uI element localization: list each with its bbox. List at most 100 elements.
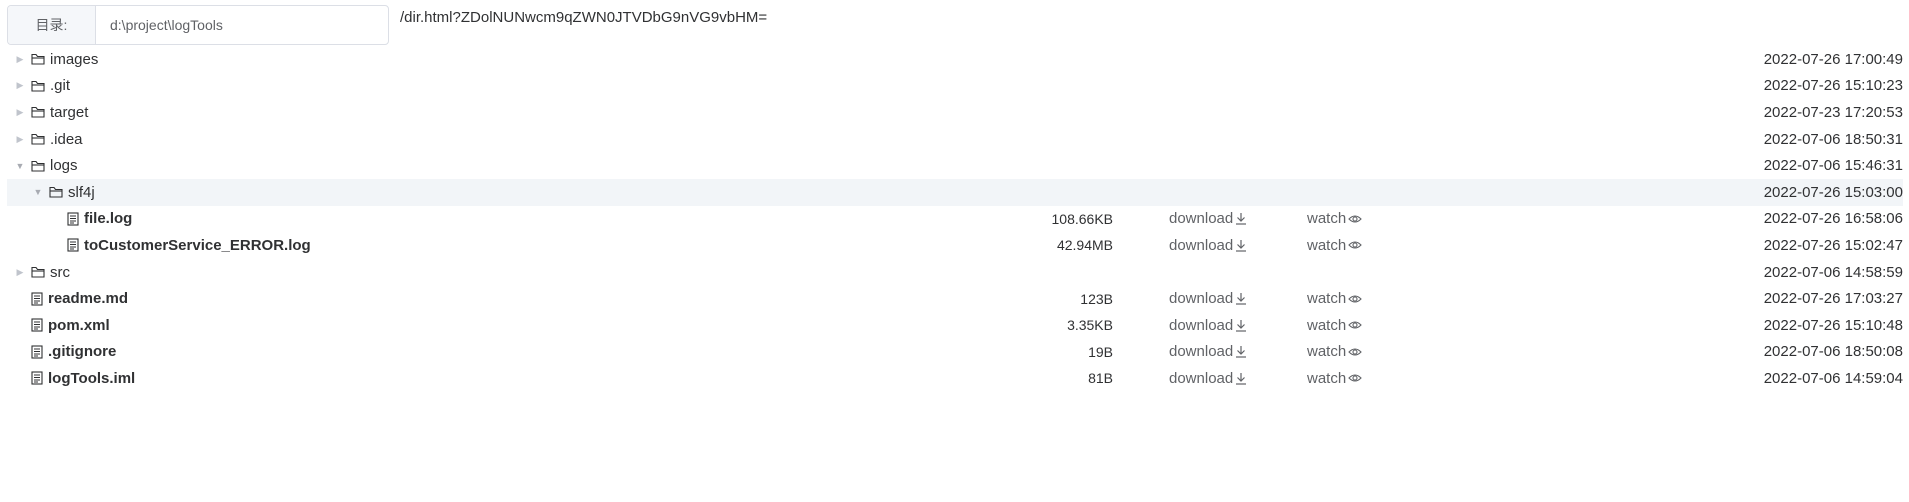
- eye-icon: [1348, 240, 1362, 250]
- modified-time: 2022-07-06 18:50:08: [1763, 343, 1903, 361]
- caret-right-icon[interactable]: ▶: [13, 134, 27, 145]
- download-link[interactable]: download: [1169, 317, 1247, 334]
- item-name[interactable]: src: [50, 264, 70, 281]
- item-name[interactable]: images: [50, 51, 98, 68]
- download-icon: [1235, 319, 1247, 332]
- watch-label: watch: [1307, 369, 1347, 387]
- modified-time: 2022-07-26 16:58:06: [1763, 210, 1903, 228]
- file-tree: ▶ images 2022-07-26 17:00:49 ▶ .git 2022-07-2…: [7, 46, 1903, 392]
- caret-down-icon[interactable]: ▼: [31, 187, 45, 197]
- caret-right-icon[interactable]: ▶: [13, 107, 27, 118]
- file-size: 123B: [1080, 290, 1113, 307]
- item-name[interactable]: pom.xml: [48, 317, 110, 334]
- modified-time: 2022-07-26 15:03:00: [1763, 183, 1903, 201]
- watch-link[interactable]: watch: [1307, 237, 1362, 254]
- download-label: download: [1169, 316, 1234, 334]
- modified-time: 2022-07-26 15:10:23: [1763, 77, 1903, 95]
- file-icon: [31, 371, 43, 385]
- item-name[interactable]: toCustomerService_ERROR.log: [84, 237, 311, 254]
- download-icon: [1235, 372, 1247, 385]
- modified-time: 2022-07-26 17:03:27: [1763, 290, 1903, 308]
- folder-row[interactable]: ▶ target 2022-07-23 17:20:53: [7, 99, 1903, 126]
- download-icon: [1235, 292, 1247, 305]
- caret-down-icon[interactable]: ▼: [13, 161, 27, 171]
- directory-input[interactable]: [96, 6, 388, 44]
- folder-icon: [31, 53, 45, 65]
- file-row[interactable]: .gitignore 19B download watch 2022-07-06 18:…: [7, 339, 1903, 366]
- download-label: download: [1169, 369, 1234, 387]
- file-icon: [31, 292, 43, 306]
- eye-icon: [1348, 214, 1362, 224]
- download-link[interactable]: download: [1169, 290, 1247, 307]
- modified-time: 2022-07-26 15:02:47: [1763, 236, 1903, 254]
- folder-icon: [31, 266, 45, 278]
- download-label: download: [1169, 290, 1234, 308]
- modified-time: 2022-07-06 15:46:31: [1763, 157, 1903, 175]
- file-size: 3.35KB: [1067, 317, 1113, 334]
- watch-label: watch: [1307, 236, 1347, 254]
- watch-label: watch: [1307, 316, 1347, 334]
- folder-icon: [49, 186, 63, 198]
- watch-label: watch: [1307, 290, 1347, 308]
- download-link[interactable]: download: [1169, 210, 1247, 227]
- file-size: 81B: [1088, 370, 1113, 387]
- watch-link[interactable]: watch: [1307, 290, 1362, 307]
- folder-row[interactable]: ▼ slf4j 2022-07-26 15:03:00: [7, 178, 1903, 206]
- folder-icon: [31, 80, 45, 92]
- watch-label: watch: [1307, 343, 1347, 361]
- item-name[interactable]: .git: [50, 77, 70, 94]
- eye-icon: [1348, 373, 1362, 383]
- download-icon: [1235, 239, 1247, 252]
- watch-link[interactable]: watch: [1307, 343, 1362, 360]
- folder-row[interactable]: ▶ .git 2022-07-26 15:10:23: [7, 73, 1903, 100]
- file-size: 108.66KB: [1051, 210, 1114, 227]
- download-label: download: [1169, 343, 1234, 361]
- download-link[interactable]: download: [1169, 343, 1247, 360]
- file-row[interactable]: toCustomerService_ERROR.log 42.94MB downlo…: [7, 232, 1903, 259]
- eye-icon: [1348, 320, 1362, 330]
- item-name[interactable]: logs: [50, 157, 78, 174]
- item-name[interactable]: target: [50, 104, 88, 121]
- folder-icon: [31, 160, 45, 172]
- item-name[interactable]: logTools.iml: [48, 370, 135, 387]
- folder-row[interactable]: ▼ logs 2022-07-06 15:46:31: [7, 152, 1903, 179]
- item-name[interactable]: readme.md: [48, 290, 128, 307]
- watch-link[interactable]: watch: [1307, 210, 1362, 227]
- file-icon: [31, 345, 43, 359]
- modified-time: 2022-07-23 17:20:53: [1763, 103, 1903, 121]
- folder-row[interactable]: ▶ src 2022-07-06 14:58:59: [7, 259, 1903, 286]
- folder-icon: [31, 133, 45, 145]
- file-icon: [67, 238, 79, 253]
- folder-row[interactable]: ▶ .idea 2022-07-06 18:50:31: [7, 126, 1903, 153]
- item-name[interactable]: .idea: [50, 131, 83, 148]
- download-label: download: [1169, 236, 1234, 254]
- watch-link[interactable]: watch: [1307, 317, 1362, 334]
- modified-time: 2022-07-06 14:59:04: [1763, 369, 1903, 387]
- caret-right-icon[interactable]: ▶: [13, 54, 27, 65]
- caret-right-icon[interactable]: ▶: [13, 267, 27, 278]
- download-icon: [1235, 345, 1247, 358]
- file-row[interactable]: file.log 108.66KB download watch 2022-07-26 …: [7, 206, 1903, 233]
- modified-time: 2022-07-06 18:50:31: [1763, 130, 1903, 148]
- modified-time: 2022-07-26 15:10:48: [1763, 316, 1903, 334]
- file-row[interactable]: readme.md 123B download watch 2022-07-26 17:…: [7, 285, 1903, 312]
- eye-icon: [1348, 294, 1362, 304]
- file-size: 42.94MB: [1056, 237, 1113, 254]
- download-link[interactable]: download: [1169, 237, 1247, 254]
- eye-icon: [1348, 347, 1362, 357]
- directory-label: 目录:: [8, 6, 96, 44]
- item-name[interactable]: .gitignore: [48, 343, 116, 360]
- item-name[interactable]: file.log: [84, 210, 132, 227]
- download-link[interactable]: download: [1169, 370, 1247, 387]
- download-label: download: [1169, 210, 1234, 228]
- watch-link[interactable]: watch: [1307, 370, 1362, 387]
- folder-row[interactable]: ▶ images 2022-07-26 17:00:49: [7, 46, 1903, 73]
- file-size: 19B: [1088, 343, 1113, 360]
- file-row[interactable]: pom.xml 3.35KB download watch 2022-07-26 15:…: [7, 312, 1903, 339]
- folder-icon: [31, 106, 45, 119]
- item-name[interactable]: slf4j: [68, 184, 95, 201]
- modified-time: 2022-07-26 17:00:49: [1763, 50, 1903, 68]
- file-icon: [31, 318, 43, 332]
- file-row[interactable]: logTools.iml 81B download watch 2022-07-06 1…: [7, 365, 1903, 392]
- caret-right-icon[interactable]: ▶: [13, 80, 27, 91]
